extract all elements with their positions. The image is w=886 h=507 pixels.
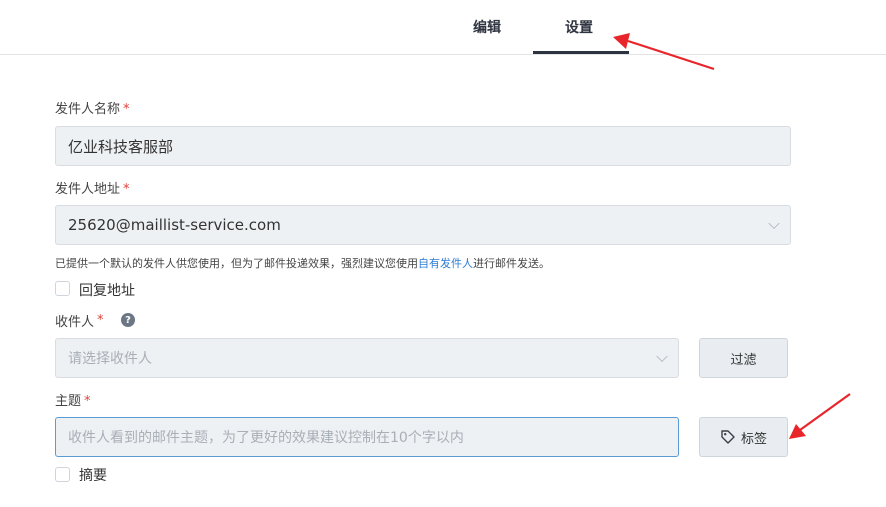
arrow-to-settings-tab bbox=[613, 33, 715, 71]
arrow-to-tag-button bbox=[789, 393, 851, 439]
annotation-arrows bbox=[613, 33, 851, 439]
